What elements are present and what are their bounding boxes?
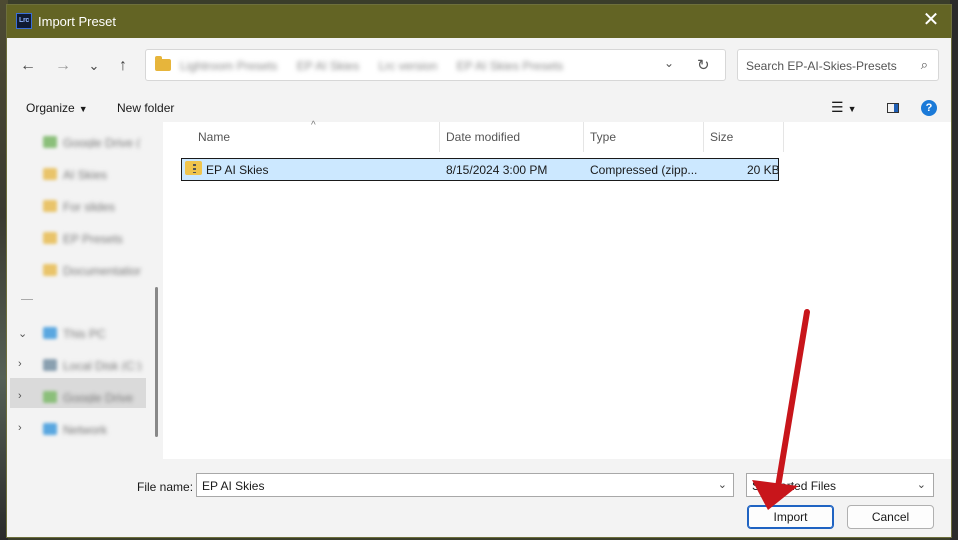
breadcrumb-item[interactable]: EP AI Skies Presets	[457, 59, 564, 73]
navigation-bar: ← → ⌄ ↑ Lightroom Presets EP AI Skies Lr…	[7, 38, 951, 94]
address-dropdown-icon[interactable]: ⌄	[664, 56, 674, 70]
search-icon[interactable]: ⌕	[921, 57, 928, 73]
folder-icon	[43, 200, 57, 212]
organize-label: Organize	[26, 101, 75, 115]
up-arrow-icon[interactable]: ↑	[112, 56, 134, 76]
column-divider[interactable]	[783, 122, 784, 152]
file-type: Compressed (zipp...	[590, 163, 698, 177]
file-name-label: File name:	[137, 480, 194, 494]
sidebar-item-label: Network	[63, 423, 108, 435]
sort-ascending-icon: ^	[311, 120, 316, 131]
file-name-value: EP AI Skies	[202, 479, 265, 493]
drive-icon	[43, 136, 57, 148]
title-bar: Lrc Import Preset ✕	[7, 5, 951, 38]
sidebar-item-label: Local Disk (C:)	[63, 359, 141, 371]
sidebar-item[interactable]: Network	[41, 420, 151, 440]
search-input[interactable]: Search EP-AI-Skies-Presets	[746, 59, 897, 73]
network-icon	[43, 423, 57, 435]
file-type-select[interactable]: Supported Files ⌄	[746, 473, 934, 497]
forward-arrow-icon[interactable]: →	[52, 56, 74, 76]
address-bar[interactable]: Lightroom Presets EP AI Skies Lrc versio…	[145, 49, 726, 81]
import-preset-dialog: Lrc Import Preset ✕ ← → ⌄ ↑ Lightroom Pr…	[6, 4, 952, 538]
navigation-pane: Google Drive (G:) AI Skies For slides EP…	[7, 122, 162, 459]
dialog-footer: File name: EP AI Skies ⌄ Supported Files…	[7, 459, 951, 537]
sidebar-item[interactable]: Google Drive	[41, 388, 151, 408]
import-button[interactable]: Import	[747, 505, 834, 529]
disk-icon	[43, 359, 57, 371]
folder-icon	[43, 264, 57, 276]
cancel-button[interactable]: Cancel	[847, 505, 934, 529]
refresh-icon[interactable]: ↻	[697, 56, 710, 74]
sidebar-item-label: AI Skies	[63, 168, 108, 180]
breadcrumb-item[interactable]: EP AI Skies	[297, 59, 359, 73]
file-name-input[interactable]: EP AI Skies ⌄	[196, 473, 734, 497]
file-date: 8/15/2024 3:00 PM	[446, 163, 548, 177]
divider	[21, 299, 33, 300]
help-icon[interactable]: ?	[921, 100, 937, 116]
sidebar-item-label: Google Drive	[63, 391, 134, 403]
new-folder-button[interactable]: New folder	[117, 101, 174, 115]
file-name: EP AI Skies	[206, 163, 269, 177]
organize-button[interactable]: Organize ▼	[26, 101, 88, 115]
column-header-type[interactable]: Type	[590, 122, 616, 152]
chevron-down-icon[interactable]: ⌄	[917, 478, 926, 491]
view-options-button[interactable]: ☰ ▼	[831, 99, 856, 116]
sidebar-item-label: EP Presets	[63, 232, 123, 244]
column-divider[interactable]	[703, 122, 704, 152]
sidebar-item[interactable]: Documentation	[41, 261, 151, 281]
sidebar-item[interactable]: AI Skies	[41, 165, 151, 185]
folder-icon	[43, 232, 57, 244]
column-header-size[interactable]: Size	[710, 122, 733, 152]
folder-icon	[43, 168, 57, 180]
lightroom-app-icon: Lrc	[16, 13, 32, 29]
sidebar-item[interactable]: Local Disk (C:)	[41, 356, 151, 376]
file-type-value: Supported Files	[752, 479, 837, 493]
sidebar-item[interactable]: EP Presets	[41, 229, 151, 249]
list-view-icon: ☰	[831, 99, 844, 115]
column-divider[interactable]	[583, 122, 584, 152]
window-title: Import Preset	[38, 14, 117, 29]
sidebar-item-label: Google Drive (G:)	[63, 136, 141, 148]
search-box[interactable]: Search EP-AI-Skies-Presets ⌕	[737, 49, 939, 81]
sidebar-item-label: Documentation	[63, 264, 141, 276]
file-size: 20 KB	[747, 163, 780, 177]
zip-folder-icon	[185, 161, 202, 175]
sidebar-item[interactable]: For slides	[41, 197, 151, 217]
command-bar: Organize ▼ New folder ☰ ▼ ?	[7, 94, 951, 122]
sidebar-item[interactable]: Google Drive (G:)	[41, 133, 151, 153]
close-icon[interactable]: ✕	[911, 5, 951, 38]
preview-pane-icon[interactable]	[887, 103, 899, 113]
file-list: Name ^ Date modified Type Size EP AI Ski…	[163, 120, 951, 459]
expand-chevron-icon[interactable]: ⌄	[18, 327, 27, 340]
chevron-right-icon[interactable]: ›	[18, 390, 22, 402]
chevron-right-icon[interactable]: ›	[18, 358, 22, 370]
column-divider[interactable]	[439, 122, 440, 152]
chevron-down-icon: ▼	[847, 104, 857, 114]
sidebar-item-label: This PC	[63, 327, 106, 339]
breadcrumb-item[interactable]: Lrc version	[379, 59, 438, 73]
chevron-down-icon[interactable]: ⌄	[718, 478, 727, 491]
drive-icon	[43, 391, 57, 403]
computer-icon	[43, 327, 57, 339]
column-header-name[interactable]: Name	[198, 122, 230, 152]
sidebar-item-this-pc[interactable]: This PC	[41, 324, 151, 344]
folder-icon	[155, 56, 171, 71]
breadcrumb-item[interactable]: Lightroom Presets	[180, 59, 277, 73]
chevron-right-icon[interactable]: ›	[18, 422, 22, 434]
sidebar-item-label: For slides	[63, 200, 116, 212]
chevron-down-icon: ▼	[78, 104, 88, 114]
scrollbar[interactable]	[155, 287, 158, 437]
back-arrow-icon[interactable]: ←	[17, 56, 39, 76]
column-header-date[interactable]: Date modified	[446, 122, 520, 152]
recent-locations-chevron-icon[interactable]: ⌄	[83, 56, 105, 76]
breadcrumb: Lightroom Presets EP AI Skies Lrc versio…	[180, 59, 620, 73]
